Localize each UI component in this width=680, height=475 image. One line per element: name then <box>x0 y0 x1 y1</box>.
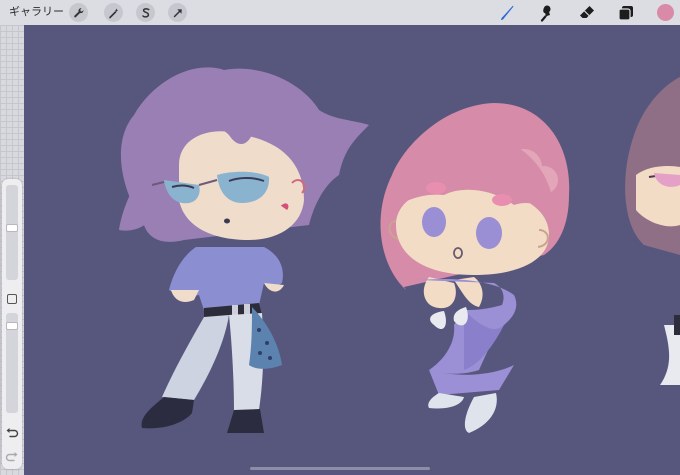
selection-icon <box>141 7 150 18</box>
opacity-handle[interactable] <box>6 322 18 331</box>
brush-size-handle[interactable] <box>6 224 18 233</box>
left-sidebar <box>0 25 24 475</box>
modify-button[interactable] <box>7 294 17 304</box>
canvas-background <box>24 25 680 475</box>
sidebar-control-panel <box>2 179 22 469</box>
top-toolbar: ギャラリー <box>0 0 680 25</box>
brush-size-slider[interactable] <box>6 185 18 280</box>
brush-icon[interactable] <box>498 4 516 22</box>
magic-wand-icon <box>108 8 118 18</box>
gallery-button[interactable]: ギャラリー <box>9 4 64 20</box>
actions-button[interactable] <box>69 3 88 22</box>
layers-icon[interactable] <box>617 4 635 22</box>
transform-button[interactable] <box>168 3 187 22</box>
home-indicator <box>250 467 430 470</box>
transform-arrow-icon <box>173 8 182 17</box>
redo-icon[interactable] <box>5 451 19 463</box>
wrench-icon <box>73 7 83 17</box>
adjustments-button[interactable] <box>104 3 123 22</box>
undo-icon[interactable] <box>5 427 19 439</box>
opacity-slider[interactable] <box>6 313 18 413</box>
color-swatch[interactable] <box>657 4 674 21</box>
drawing-canvas[interactable] <box>24 25 680 475</box>
smudge-icon[interactable] <box>537 4 555 22</box>
eraser-icon[interactable] <box>578 4 596 22</box>
selection-button[interactable] <box>136 3 155 22</box>
